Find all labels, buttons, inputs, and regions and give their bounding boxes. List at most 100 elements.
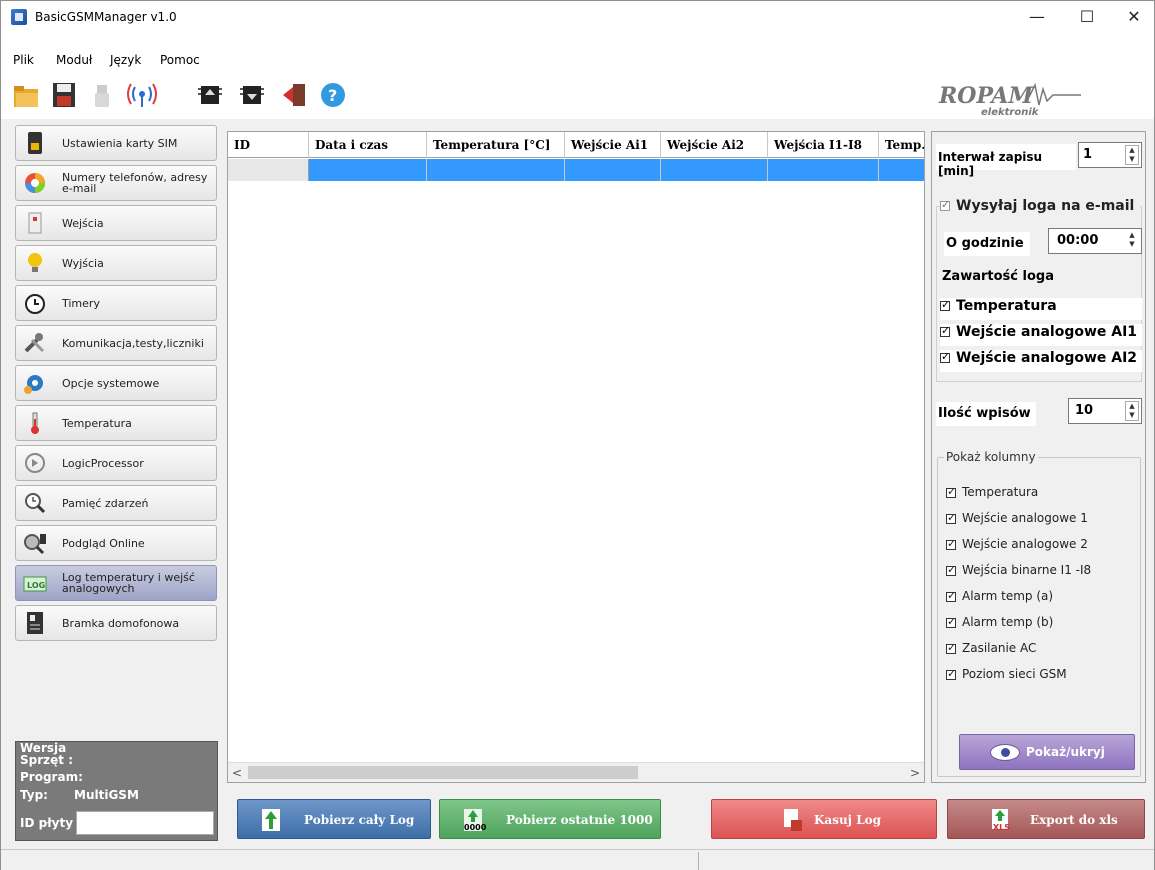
clock-icon: [25, 294, 45, 314]
sidebar-item-temperatura[interactable]: Temperatura: [15, 405, 217, 441]
sidebar-item-wyjścia[interactable]: Wyjścia: [15, 245, 217, 281]
horizontal-scrollbar[interactable]: < >: [228, 762, 924, 782]
sidebar-item-logicprocessor[interactable]: LogicProcessor: [15, 445, 217, 481]
sidebar-item-komunikacja-testy-liczniki[interactable]: Komunikacja,testy,liczniki: [15, 325, 217, 361]
get-all-log-label: Pobierz cały Log: [304, 813, 415, 827]
col-ai1[interactable]: Wejście Ai1: [565, 132, 661, 158]
table-cell[interactable]: [768, 159, 879, 181]
usb-icon[interactable]: [89, 81, 115, 109]
content-temperature-checkbox[interactable]: Temperatura: [940, 298, 1142, 320]
show-column-checkbox[interactable]: Alarm temp (b): [946, 615, 1053, 629]
show-column-checkbox[interactable]: Wejście analogowe 2: [946, 537, 1088, 551]
entries-count-label: Ilość wpisów: [936, 402, 1036, 426]
sidebar-item-label: Wyjścia: [62, 256, 104, 270]
show-column-checkbox[interactable]: Poziom sieci GSM: [946, 667, 1067, 681]
email-checkbox[interactable]: Wysyłaj loga na e-mail: [940, 198, 1140, 220]
check-icon: [946, 511, 956, 524]
sidebar-item-pamięć-zdarzeń[interactable]: Pamięć zdarzeń: [15, 485, 217, 521]
help-icon[interactable]: ?: [319, 81, 347, 109]
app-window: BasicGSMManager v1.0 — ☐ ✕ Plik Moduł Ję…: [0, 0, 1155, 870]
online-icon: [24, 534, 46, 555]
scroll-left-icon[interactable]: <: [228, 763, 246, 783]
col-binary-inputs[interactable]: Wejścia I1-I8: [768, 132, 879, 158]
email-checkbox-label: Wysyłaj loga na e-mail: [956, 198, 1135, 214]
input-icon: [28, 212, 42, 234]
check-icon: [946, 667, 956, 680]
sidebar-item-label: Numery telefonów, adresy e-mail: [62, 171, 208, 195]
col-ai2[interactable]: Wejście Ai2: [661, 132, 768, 158]
folder-open-icon[interactable]: [13, 81, 39, 109]
interval-value: 1: [1083, 147, 1093, 162]
menu-jezyk[interactable]: Język: [110, 53, 141, 67]
interval-spinner[interactable]: 1 ▲ ▼: [1078, 142, 1142, 168]
content-ai1-checkbox[interactable]: Wejście analogowe AI1: [940, 324, 1142, 346]
table-cell[interactable]: [565, 159, 661, 181]
col-temp-alarm[interactable]: Temp.: [879, 132, 924, 158]
show-column-checkbox[interactable]: Zasilanie AC: [946, 641, 1036, 655]
check-icon: [940, 298, 950, 311]
table-row[interactable]: [228, 159, 924, 181]
scroll-thumb[interactable]: [248, 766, 638, 779]
spin-arrows-icon[interactable]: ▲ ▼: [1125, 145, 1139, 165]
maximize-button[interactable]: ☐: [1064, 1, 1110, 33]
eye-icon: [990, 744, 1020, 761]
board-id-field[interactable]: [76, 811, 214, 835]
show-hide-label: Pokaż/ukryj: [1026, 745, 1105, 759]
sidebar-item-numery-telefonów-adresy-e-mail[interactable]: Numery telefonów, adresy e-mail: [15, 165, 217, 201]
sidebar-item-wejścia[interactable]: Wejścia: [15, 205, 217, 241]
chip-upload-icon[interactable]: [197, 81, 223, 109]
show-column-label: Alarm temp (a): [962, 589, 1054, 603]
title-bar: BasicGSMManager v1.0 — ☐ ✕: [1, 1, 1154, 33]
thermometer-icon: [31, 412, 39, 434]
show-column-checkbox[interactable]: Temperatura: [946, 485, 1038, 499]
show-column-checkbox[interactable]: Wejścia binarne I1 -I8: [946, 563, 1091, 577]
window-title: BasicGSMManager v1.0: [35, 10, 177, 24]
minimize-button[interactable]: —: [1014, 1, 1060, 33]
spin-arrows-icon[interactable]: ▲ ▼: [1125, 401, 1139, 421]
table-cell[interactable]: [309, 159, 427, 181]
exit-icon[interactable]: [281, 81, 307, 109]
sidebar-item-ustawienia-karty-sim[interactable]: Ustawienia karty SIM: [15, 125, 217, 161]
export-xls-label: Export do xls: [1030, 813, 1118, 827]
sidebar-item-timery[interactable]: Timery: [15, 285, 217, 321]
contacts-icon: [25, 173, 45, 193]
table-cell[interactable]: [427, 159, 565, 181]
sidebar-item-opcje-systemowe[interactable]: Opcje systemowe: [15, 365, 217, 401]
col-temperature[interactable]: Temperatura [°C]: [427, 132, 565, 158]
sidebar-item-label: Log temperatury i wejść analogowych: [62, 571, 195, 595]
chip-download-icon[interactable]: [239, 81, 265, 109]
sidebar-item-log-temperatury-i-wejść-analogowych[interactable]: LOG Log temperatury i wejść analogowych: [15, 565, 217, 601]
show-hide-button[interactable]: Pokaż/ukryj: [959, 734, 1135, 770]
col-id[interactable]: ID: [228, 132, 309, 158]
delete-log-button[interactable]: Kasuj Log: [711, 799, 937, 839]
show-column-checkbox[interactable]: Wejście analogowe 1: [946, 511, 1088, 525]
upload-arrow-icon: [262, 809, 280, 831]
menu-modul[interactable]: Moduł: [56, 53, 92, 67]
delete-log-label: Kasuj Log: [814, 813, 882, 827]
content-ai2-checkbox[interactable]: Wejście analogowe AI2: [940, 350, 1142, 372]
close-button[interactable]: ✕: [1111, 1, 1155, 33]
sidebar-item-podgląd-online[interactable]: Podgląd Online: [15, 525, 217, 561]
show-column-checkbox[interactable]: Alarm temp (a): [946, 589, 1053, 603]
version-program-label: Program:: [20, 770, 83, 784]
get-all-log-button[interactable]: Pobierz cały Log: [237, 799, 431, 839]
spin-arrows-icon[interactable]: ▲ ▼: [1125, 231, 1139, 251]
excel-export-icon: XLS: [992, 809, 1010, 832]
svg-text:elektronik: elektronik: [981, 107, 1040, 118]
sidebar-item-label: Timery: [62, 296, 100, 310]
export-xls-button[interactable]: XLS Export do xls: [947, 799, 1145, 839]
sidebar-item-bramka-domofonowa[interactable]: Bramka domofonowa: [15, 605, 217, 641]
sidebar: Ustawienia karty SIM Numery telefonów, ad…: [15, 125, 218, 845]
save-icon[interactable]: [51, 81, 77, 109]
table-cell[interactable]: [879, 159, 924, 181]
get-last-1000-button[interactable]: 0000 Pobierz ostatnie 1000: [439, 799, 661, 839]
col-datetime[interactable]: Data i czas: [309, 132, 427, 158]
scroll-right-icon[interactable]: >: [906, 763, 924, 783]
menu-pomoc[interactable]: Pomoc: [160, 53, 200, 67]
entries-count-spinner[interactable]: 10 ▲ ▼: [1068, 398, 1142, 424]
table-cell[interactable]: [661, 159, 768, 181]
menu-plik[interactable]: Plik: [13, 53, 34, 67]
row-header-cell[interactable]: [228, 159, 309, 181]
signal-icon[interactable]: [125, 81, 159, 109]
hour-spinner[interactable]: 00:00 ▲ ▼: [1048, 228, 1142, 254]
